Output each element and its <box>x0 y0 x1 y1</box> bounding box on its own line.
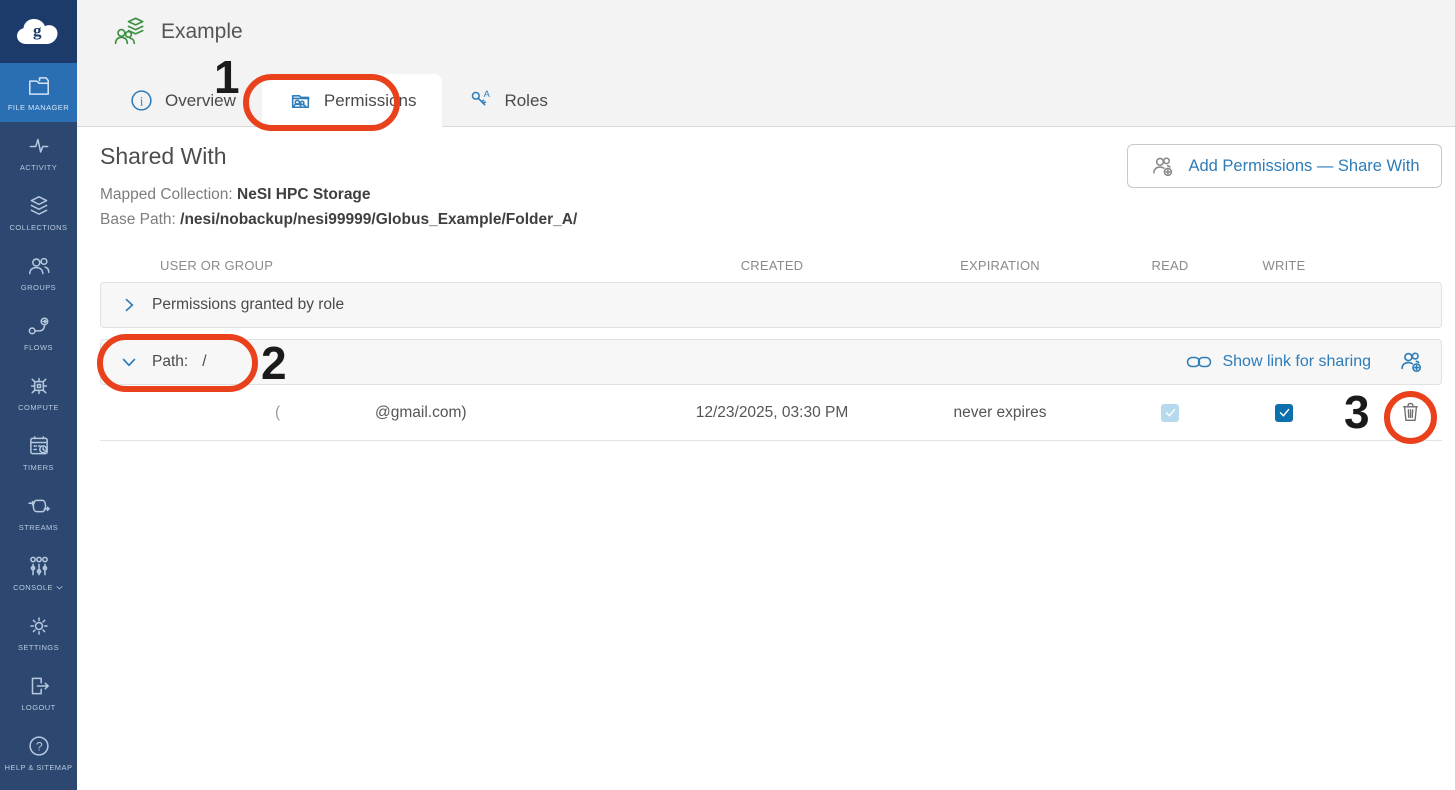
check-icon <box>1164 406 1177 419</box>
console-icon <box>26 553 52 579</box>
show-link-for-sharing[interactable]: Show link for sharing <box>1186 352 1371 372</box>
chevron-right-icon[interactable] <box>119 295 139 315</box>
path-expander[interactable]: Path: / <box>101 352 207 372</box>
collections-icon <box>26 193 52 219</box>
delete-permission-button[interactable] <box>1398 399 1423 426</box>
logout-icon <box>26 673 52 699</box>
sidebar-item-label: TIMERS <box>23 463 54 472</box>
sidebar-item-activity[interactable]: ACTIVITY <box>0 122 77 182</box>
info-icon: i <box>129 88 154 113</box>
timers-icon <box>26 433 52 459</box>
activity-icon <box>26 133 52 159</box>
sidebar-item-console[interactable]: CONSOLE <box>0 542 77 602</box>
sidebar: g FILE MANAGER ACTIVITY COLLECTIONS GROU… <box>0 0 77 790</box>
sidebar-item-label: HELP & SITEMAP <box>5 763 73 772</box>
sidebar-item-label: LOGOUT <box>21 703 55 712</box>
add-permissions-button[interactable]: Add Permissions — Share With <box>1127 144 1442 188</box>
globus-logo[interactable]: g <box>0 0 77 63</box>
user-email: @gmail.com) <box>375 404 467 422</box>
sidebar-item-collections[interactable]: COLLECTIONS <box>0 182 77 242</box>
svg-text:i: i <box>140 94 144 108</box>
main-area: Example i Overview Permissions A Roles <box>77 0 1455 790</box>
streams-icon <box>26 493 52 519</box>
tab-bar: i Overview Permissions A Roles <box>77 63 1455 127</box>
user-or-group-cell: ( @gmail.com) <box>100 385 672 440</box>
sidebar-item-streams[interactable]: STREAMS <box>0 482 77 542</box>
col-created: CREATED <box>672 258 872 273</box>
col-expiration: EXPIRATION <box>872 258 1128 273</box>
sidebar-item-label: COLLECTIONS <box>10 223 68 232</box>
key-icon: A <box>468 88 493 113</box>
role-permissions-row[interactable]: Permissions granted by role <box>100 282 1442 328</box>
svg-text:?: ? <box>35 739 42 753</box>
path-row: Path: / Show link for sharing <box>100 339 1442 385</box>
role-row-label: Permissions granted by role <box>152 296 344 314</box>
sidebar-item-logout[interactable]: LOGOUT <box>0 662 77 722</box>
mapped-collection-label: Mapped Collection: <box>100 186 233 203</box>
expiration-cell: never expires <box>872 404 1128 422</box>
sidebar-item-label: SETTINGS <box>18 643 59 652</box>
base-path-label: Base Path: <box>100 211 176 228</box>
write-checkbox[interactable] <box>1275 404 1293 422</box>
created-cell: 12/23/2025, 03:30 PM <box>672 404 872 422</box>
sidebar-item-file-manager[interactable]: FILE MANAGER <box>0 63 77 122</box>
gear-icon <box>26 613 52 639</box>
svg-text:g: g <box>33 21 42 40</box>
guest-collection-icon <box>112 15 146 49</box>
check-icon <box>1278 406 1291 419</box>
chevron-down-icon[interactable] <box>119 352 139 372</box>
flows-icon <box>26 313 52 339</box>
tab-overview[interactable]: i Overview <box>103 74 262 127</box>
folder-people-icon <box>288 88 313 113</box>
path-value: / <box>202 353 206 371</box>
col-write: WRITE <box>1212 258 1356 273</box>
permissions-panel: Shared With Add Permissions — Share With… <box>100 127 1442 441</box>
sidebar-item-label: FLOWS <box>24 343 53 352</box>
sidebar-item-help[interactable]: ? HELP & SITEMAP <box>0 722 77 782</box>
link-icon <box>1186 352 1212 372</box>
base-path-line: Base Path: /nesi/nobackup/nesi99999/Glob… <box>100 207 1442 232</box>
compute-icon <box>26 373 52 399</box>
permission-table-row: ( @gmail.com) 12/23/2025, 03:30 PM never… <box>100 385 1442 441</box>
groups-icon <box>26 253 52 279</box>
table-header-row: USER OR GROUP CREATED EXPIRATION READ WR… <box>100 248 1442 282</box>
sidebar-item-label: COMPUTE <box>18 403 59 412</box>
sidebar-item-label: GROUPS <box>21 283 56 292</box>
tab-permissions[interactable]: Permissions <box>262 74 443 127</box>
user-name-redacted: ( <box>275 404 280 422</box>
header: Example <box>77 0 1455 63</box>
add-people-icon <box>1397 348 1425 376</box>
base-path-value: /nesi/nobackup/nesi99999/Globus_Example/… <box>180 211 577 228</box>
folder-icon <box>26 73 52 99</box>
path-label: Path: <box>152 353 188 371</box>
tab-label: Overview <box>165 91 236 111</box>
show-link-label: Show link for sharing <box>1222 353 1371 371</box>
read-checkbox[interactable] <box>1161 404 1179 422</box>
collection-meta: Mapped Collection: NeSI HPC Storage Base… <box>100 182 1442 232</box>
sidebar-item-label: CONSOLE <box>13 583 53 592</box>
sidebar-item-groups[interactable]: GROUPS <box>0 242 77 302</box>
mapped-collection-value: NeSI HPC Storage <box>237 186 371 203</box>
col-read: READ <box>1128 258 1212 273</box>
tab-label: Roles <box>504 91 547 111</box>
sidebar-item-label: ACTIVITY <box>20 163 57 172</box>
sidebar-item-settings[interactable]: SETTINGS <box>0 602 77 662</box>
svg-text:A: A <box>484 89 491 99</box>
tab-label: Permissions <box>324 91 417 111</box>
sidebar-item-flows[interactable]: FLOWS <box>0 302 77 362</box>
chevron-down-icon <box>55 583 64 592</box>
trash-icon <box>1398 399 1423 426</box>
help-icon: ? <box>26 733 52 759</box>
sidebar-item-label: STREAMS <box>19 523 58 532</box>
add-permission-to-path-button[interactable] <box>1397 348 1425 376</box>
add-permissions-label: Add Permissions — Share With <box>1188 157 1419 176</box>
page-title: Example <box>161 20 243 44</box>
tab-roles[interactable]: A Roles <box>442 74 573 127</box>
col-user-or-group: USER OR GROUP <box>100 258 672 273</box>
globus-cloud-icon: g <box>13 12 65 52</box>
add-people-icon <box>1149 153 1176 180</box>
sidebar-item-label: FILE MANAGER <box>8 103 69 112</box>
sidebar-item-compute[interactable]: COMPUTE <box>0 362 77 422</box>
sidebar-item-timers[interactable]: TIMERS <box>0 422 77 482</box>
